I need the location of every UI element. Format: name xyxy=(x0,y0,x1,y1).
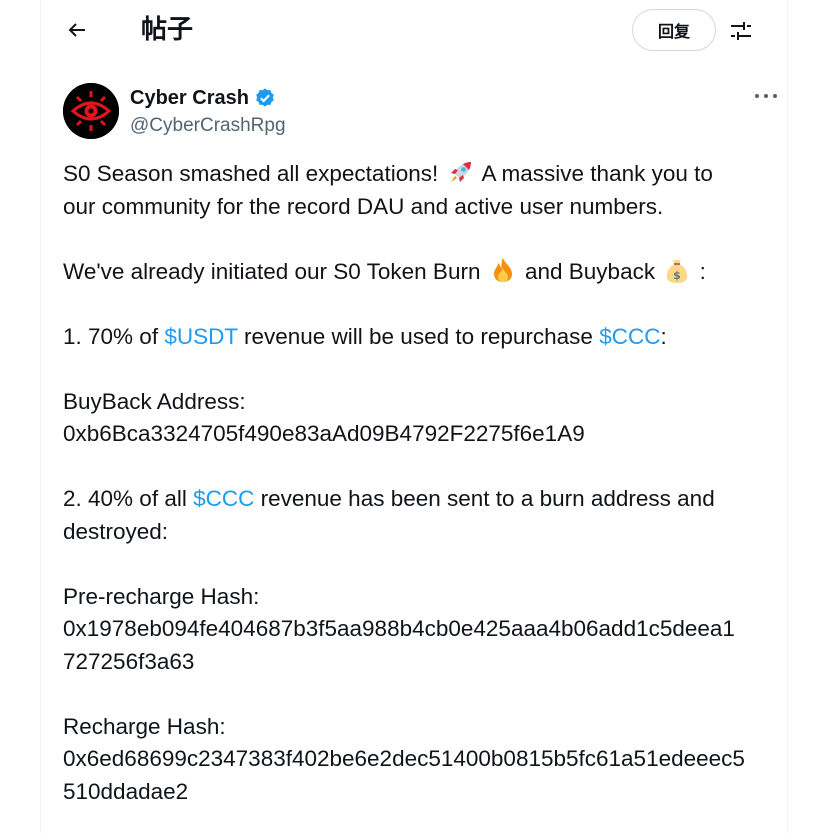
page-title: 帖子 xyxy=(141,15,194,45)
fire-emoji xyxy=(493,257,512,282)
hash-label: Recharge Hash: xyxy=(63,713,226,739)
text-span: revenue will be used to repurchase xyxy=(243,323,593,349)
prehash-value-line1: 0x1978eb094fe404687b3f5aa988b4cb0e425aaa… xyxy=(63,616,735,641)
svg-text:$: $ xyxy=(674,269,682,282)
post-line: 2. 40% of all $CCC revenue has been sent… xyxy=(63,483,763,516)
more-horizontal-icon xyxy=(755,94,777,98)
text-span: and Buyback xyxy=(525,258,656,284)
back-button[interactable] xyxy=(59,12,95,48)
verified-badge-icon[interactable] xyxy=(254,87,276,109)
text-span: We've already initiated our S0 Token Bur… xyxy=(63,258,481,284)
top-bar: 帖子 回复 xyxy=(41,0,787,62)
avatar[interactable] xyxy=(63,83,119,139)
more-options-button[interactable] xyxy=(749,83,783,109)
text-span: : xyxy=(660,323,667,349)
text-span: : xyxy=(699,258,706,284)
post-line: destroyed: xyxy=(63,518,169,544)
arrow-left-icon xyxy=(68,23,85,37)
text-span: S0 Season smashed all expectations! xyxy=(63,161,439,186)
author-block: Cyber Crash @CyberCrashRpg xyxy=(63,83,777,139)
prehash-label: Pre-recharge Hash: xyxy=(63,583,260,609)
post-line: 1. 70% of $USDT revenue will be used to … xyxy=(63,321,763,354)
cashtag-usdt[interactable]: $USDT xyxy=(164,324,237,349)
rocket-emoji xyxy=(450,162,471,182)
hash-value-line2: 510ddadae2 xyxy=(63,778,189,804)
author-name[interactable]: Cyber Crash xyxy=(130,85,249,111)
text-span: 1. 70% of xyxy=(63,323,159,349)
buyback-address: 0xb6Bca3324705f490e83aAd09B4792F2275f6e1… xyxy=(63,421,585,446)
sliders-icon xyxy=(731,22,751,40)
prehash-value-line2: 727256f3a63 xyxy=(63,648,195,674)
author-name-row: Cyber Crash xyxy=(130,85,276,111)
eye-logo-icon xyxy=(63,83,119,139)
post-line: We've already initiated our S0 Token Bur… xyxy=(63,256,763,289)
money-bag-emoji: $ xyxy=(667,259,688,283)
post-text: S0 Season smashed all expectations! A ma… xyxy=(63,158,763,808)
text-span: A massive thank you to xyxy=(481,161,713,186)
author-handle[interactable]: @CyberCrashRpg xyxy=(130,113,286,139)
post-line: our community for the record DAU and act… xyxy=(63,193,664,219)
reply-button[interactable]: 回复 xyxy=(632,9,716,51)
hash-value-line1: 0x6ed68699c2347383f402be6e2dec51400b0815… xyxy=(63,746,745,771)
buyback-label: BuyBack Address: xyxy=(63,388,246,414)
cashtag-ccc[interactable]: $CCC xyxy=(599,324,660,349)
text-span: revenue has been sent to a burn address … xyxy=(260,486,715,511)
settings-button[interactable] xyxy=(724,14,758,48)
post-line: S0 Season smashed all expectations! A ma… xyxy=(63,158,763,191)
cashtag-ccc[interactable]: $CCC xyxy=(193,486,254,511)
post-column: 帖子 回复 Cyber Crash @CyberCrashRpg S0 Seas… xyxy=(40,0,788,833)
text-span: 2. 40% of all xyxy=(63,486,187,511)
